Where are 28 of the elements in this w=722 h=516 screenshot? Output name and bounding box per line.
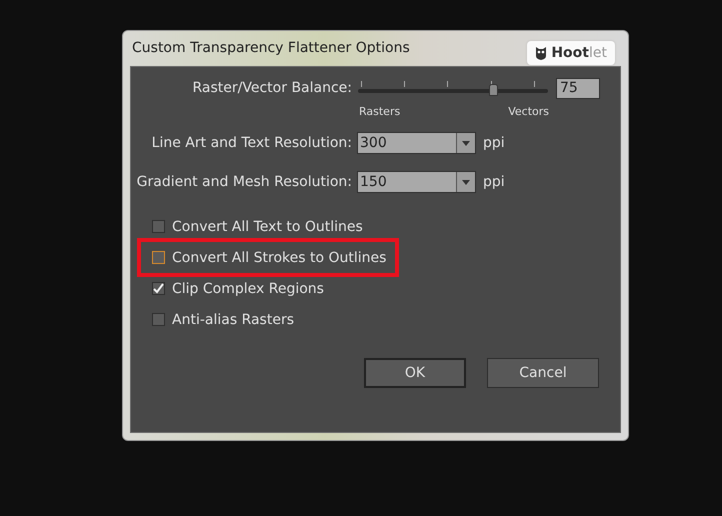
hootlet-badge[interactable]: Hootlet (527, 41, 615, 65)
caret-icon (462, 180, 470, 184)
resolution-dropdown[interactable]: 300 (357, 132, 476, 154)
checkbox-label: Clip Complex Regions (172, 280, 324, 296)
resolution-label: Gradient and Mesh Resolution: (136, 174, 353, 190)
resolution-label: Line Art and Text Resolution: (150, 135, 353, 151)
balance-label: Raster/Vector Balance: (192, 80, 353, 96)
slider-thumb[interactable] (489, 84, 498, 96)
caret-icon (462, 140, 470, 146)
checkbox[interactable] (152, 313, 165, 326)
min-label: Rasters (359, 104, 400, 118)
ok-button[interactable]: OK (364, 358, 466, 388)
balance-field[interactable]: 75 (556, 78, 600, 98)
checkbox-label: Anti-alias Rasters (172, 312, 294, 328)
resolution-dropdown[interactable]: 150 (357, 171, 476, 193)
badge-label: Hootlet (551, 45, 607, 61)
unit-label: ppi (483, 174, 505, 190)
unit-label: ppi (483, 135, 505, 151)
owl-icon (535, 46, 548, 60)
checkbox-label: Convert All Strokes to Outlines (172, 250, 386, 266)
checkbox[interactable] (152, 251, 165, 264)
balance-slider[interactable] (358, 81, 548, 95)
window-title: Custom Transparency Flattener Options (132, 40, 410, 56)
max-label: Vectors (508, 104, 549, 118)
checkbox[interactable] (152, 220, 165, 233)
checkbox[interactable] (152, 282, 165, 295)
cancel-button[interactable]: Cancel (487, 358, 599, 388)
checkbox-label: Convert All Text to Outlines (172, 218, 363, 234)
